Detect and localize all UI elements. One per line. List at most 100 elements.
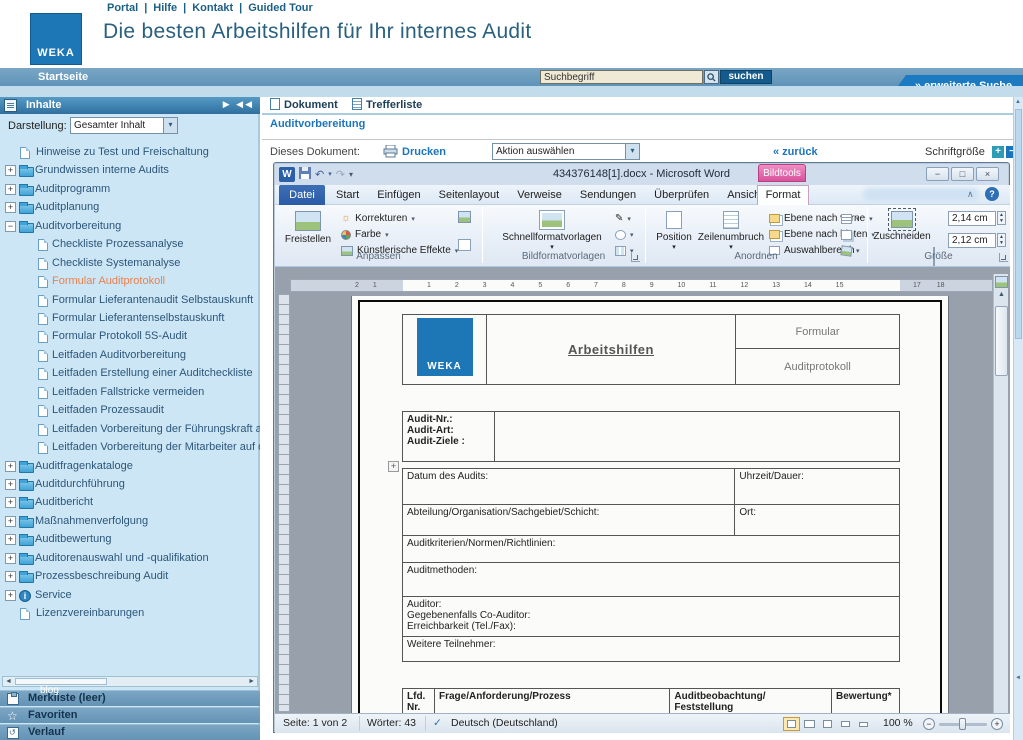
bildrahmen-button[interactable]: ✎ ▾ — [615, 211, 631, 226]
undo-dropdown-icon[interactable]: ▾ — [328, 170, 332, 178]
form-field[interactable]: Abteilung/Organisation/Sachgebiet/Schich… — [401, 504, 736, 536]
tree-item-label[interactable]: Lizenzvereinbarungen — [36, 607, 144, 619]
zoom-level[interactable]: 100 % — [883, 717, 913, 729]
zoom-in-button[interactable]: + — [991, 718, 1003, 730]
horizontal-ruler[interactable]: 2 1 1 2 3 4 5 6 7 8 9 10 11 12 13 14 15 … — [290, 279, 993, 292]
document-page[interactable]: WEKA Arbeitshilfen Formular Auditprotoko… — [352, 296, 948, 713]
ruler-toggle-icon[interactable] — [995, 276, 1008, 288]
form-field[interactable]: Auditor: Gegebenenfalls Co-Auditor: Erre… — [402, 596, 900, 637]
outline-view-icon[interactable] — [837, 717, 854, 731]
dialog-launcher-icon[interactable] — [631, 253, 640, 262]
change-picture-icon[interactable] — [458, 239, 471, 251]
scrollbar-thumb[interactable] — [995, 306, 1008, 376]
expander-icon[interactable]: − — [5, 221, 16, 232]
expander-icon[interactable]: + — [5, 497, 16, 508]
word-app-icon[interactable]: W — [279, 166, 295, 182]
startseite-link[interactable]: Startseite — [38, 71, 88, 83]
tree-item-label[interactable]: Auditprogramm — [35, 183, 110, 195]
link-kontakt[interactable]: Kontakt — [192, 2, 233, 14]
word-titlebar[interactable]: 434376148[1].docx - Microsoft Word — [274, 163, 1009, 185]
restore-button[interactable]: □ — [951, 167, 974, 181]
tab-sendungen[interactable]: Sendungen — [571, 185, 645, 205]
tree-item-label[interactable]: Leitfaden Vorbereitung der Führungskraft… — [52, 423, 260, 435]
qat-customize-icon[interactable]: ▾ — [349, 170, 353, 179]
scroll-up-icon[interactable]: ▲ — [995, 291, 1008, 298]
tree-item-label[interactable]: Formular Lieferantenaudit Selbstauskunft — [52, 294, 253, 306]
tree-item-label[interactable]: Prozessbeschreibung Audit — [35, 570, 168, 582]
form-field[interactable]: Uhrzeit/Dauer: — [734, 468, 900, 505]
tree-item-label[interactable]: Leitfaden Vorbereitung der Mitarbeiter a… — [52, 441, 260, 453]
tree-item-label[interactable]: Grundwissen interne Audits — [35, 164, 169, 176]
shape-height-field[interactable]: 2,14 cm — [948, 211, 996, 226]
tree-item-label[interactable]: Leitfaden Fallstricke vermeiden — [52, 386, 204, 398]
tab-trefferliste[interactable]: Trefferliste — [352, 98, 422, 111]
tree-item-label[interactable]: Formular Protokoll 5S-Audit — [52, 330, 187, 342]
tree-item-label[interactable]: Auditorenauswahl und -qualifikation — [35, 552, 209, 564]
tree-item-label[interactable]: Maßnahmenverfolgung — [35, 515, 148, 527]
farbe-button[interactable]: Farbe ▾ — [341, 227, 389, 242]
tree-item-label[interactable]: Auditfragenkataloge — [35, 460, 133, 472]
draft-view-icon[interactable] — [855, 717, 872, 731]
tree-item-label[interactable]: Leitfaden Erstellung einer Auditchecklis… — [52, 367, 253, 379]
zoom-slider-thumb[interactable] — [959, 718, 966, 730]
expander-icon[interactable]: + — [5, 571, 16, 582]
back-link[interactable]: « zurück — [773, 146, 818, 158]
compress-picture-icon[interactable] — [458, 211, 471, 223]
close-button[interactable]: × — [976, 167, 999, 181]
scrollbar-thumb[interactable] — [1015, 109, 1022, 339]
scroll-right-icon[interactable]: ► — [248, 677, 255, 686]
document-vertical-scrollbar[interactable]: ▲ — [993, 274, 1008, 713]
audit-meta-value-cell[interactable] — [494, 411, 900, 462]
expander-icon[interactable]: + — [5, 534, 16, 545]
width-spinner[interactable]: ▲ ▼ — [997, 233, 1006, 247]
collapse-ribbon-icon[interactable]: ∧ — [967, 189, 974, 200]
sidebar-collapse-icons[interactable]: ▶ ◀◀ — [223, 99, 254, 110]
tab-datei[interactable]: Datei — [279, 185, 325, 205]
expander-icon[interactable]: + — [5, 479, 16, 490]
chevron-down-icon[interactable]: ▾ — [625, 144, 639, 159]
display-select[interactable]: Gesamter Inhalt ▾ — [70, 117, 178, 134]
merkliste-bar[interactable]: Merkliste (leer) — [0, 690, 260, 706]
printer-icon[interactable] — [383, 144, 398, 163]
tab-dokument[interactable]: Dokument — [270, 98, 338, 111]
verlauf-bar[interactable]: Verlauf — [0, 724, 260, 740]
shape-width-field[interactable]: 2,12 cm — [948, 233, 996, 248]
tree-item-label[interactable]: Auditvorbereitung — [35, 220, 121, 232]
tree-item-label[interactable]: Leitfaden Auditvorbereitung — [52, 349, 186, 361]
print-layout-view-icon[interactable] — [783, 717, 800, 731]
action-select[interactable]: Aktion auswählen ▾ — [492, 143, 640, 160]
korrekturen-button[interactable]: ☼ Korrekturen ▾ — [341, 211, 415, 226]
save-icon[interactable] — [299, 166, 311, 182]
form-field[interactable]: Ort: — [734, 504, 900, 536]
help-icon[interactable]: ? — [985, 187, 999, 201]
ebene-nach-hinten-button[interactable]: Ebene nach hinten ▾ — [769, 227, 875, 242]
search-button[interactable]: suchen — [720, 70, 772, 84]
table-move-handle[interactable]: + — [388, 461, 399, 472]
spellcheck-icon[interactable]: ✓ — [433, 717, 442, 729]
tree-item-label[interactable]: Leitfaden Prozessaudit — [52, 404, 164, 416]
expander-icon[interactable]: + — [5, 461, 16, 472]
form-field[interactable]: Auditkriterien/Normen/Richtlinien: — [402, 535, 900, 563]
tab-start[interactable]: Start — [327, 185, 368, 205]
scrollbar-thumb[interactable] — [15, 678, 107, 685]
scroll-left-icon[interactable]: ◄ — [5, 677, 12, 686]
fullscreen-view-icon[interactable] — [801, 717, 818, 731]
page-indicator[interactable]: Seite: 1 von 2 — [283, 717, 347, 729]
form-field[interactable]: Weitere Teilnehmer: — [402, 636, 900, 662]
height-spinner[interactable]: ▲ ▼ — [997, 211, 1006, 225]
zoom-out-button[interactable]: − — [923, 718, 935, 730]
tree-item-label[interactable]: Auditbericht — [35, 496, 93, 508]
group-button[interactable] — [841, 227, 852, 242]
page-scrollbar[interactable]: ▲ ◄ — [1013, 97, 1023, 740]
dialog-launcher-icon[interactable] — [999, 253, 1008, 262]
tree-item-label[interactable]: Checkliste Prozessanalyse — [52, 238, 183, 250]
tab-ueberpruefen[interactable]: Überprüfen — [645, 185, 718, 205]
chevron-down-icon[interactable]: ▾ — [163, 118, 177, 133]
language-indicator[interactable]: Deutsch (Deutschland) — [451, 717, 558, 729]
expander-icon[interactable]: + — [5, 553, 16, 564]
bildeffekte-button[interactable]: ▾ — [615, 227, 634, 242]
expander-icon[interactable]: + — [5, 202, 16, 213]
tree-item-label[interactable]: Auditplanung — [35, 201, 99, 213]
align-button[interactable]: ▾ — [841, 211, 860, 226]
vertical-ruler[interactable] — [278, 294, 290, 712]
